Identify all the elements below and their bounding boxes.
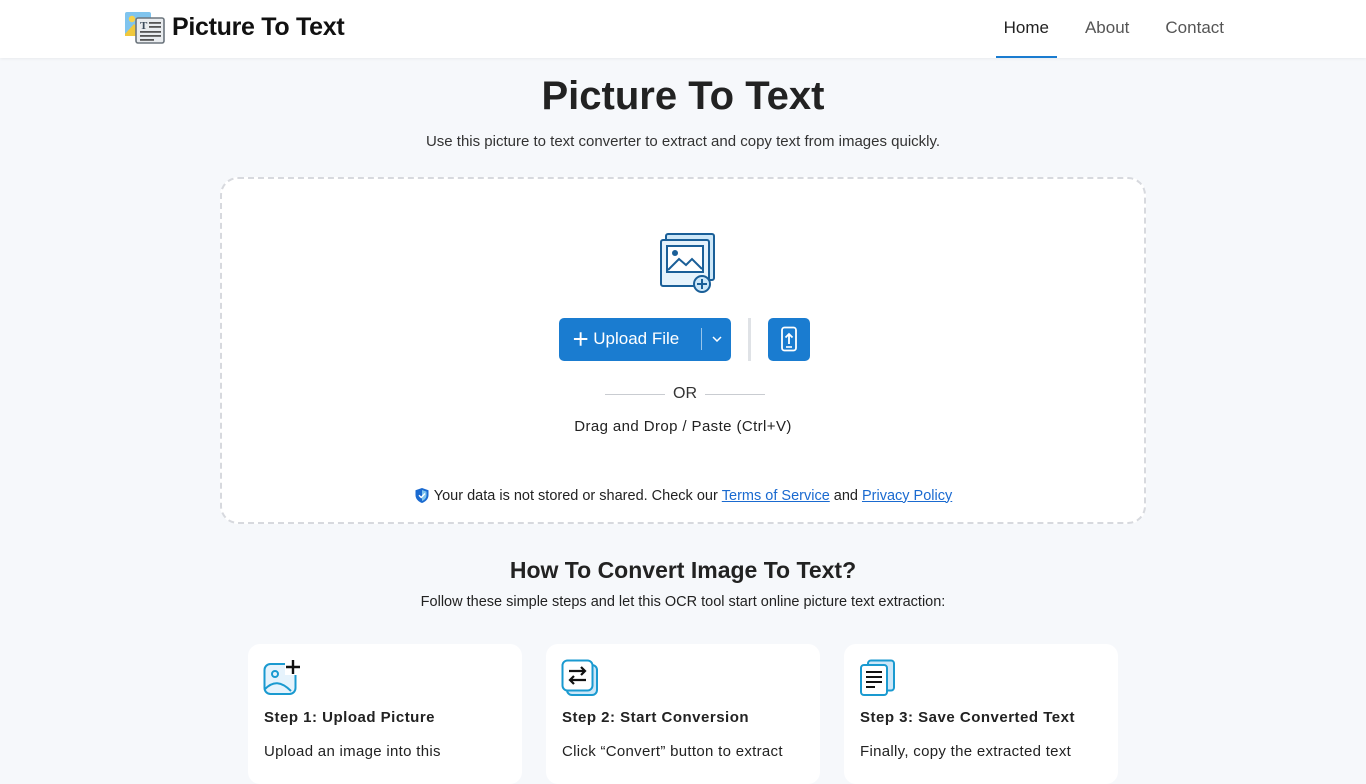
site-header: T Picture To Text Home About Contact bbox=[0, 0, 1366, 58]
privacy-note: Your data is not stored or shared. Check… bbox=[222, 487, 1144, 504]
privacy-text: Your data is not stored or shared. Check… bbox=[433, 487, 718, 504]
terms-link[interactable]: Terms of Service bbox=[722, 488, 830, 504]
save-text-icon bbox=[860, 659, 895, 696]
nav-about[interactable]: About bbox=[1077, 0, 1137, 58]
step-2-desc: Click “Convert” button to extract bbox=[562, 743, 783, 760]
or-text: OR bbox=[673, 385, 697, 402]
brand-logo-link[interactable]: T Picture To Text bbox=[124, 9, 345, 45]
upload-options-dropdown[interactable] bbox=[702, 336, 731, 342]
mobile-upload-icon bbox=[781, 326, 797, 352]
upload-drop-zone[interactable]: Upload File OR Drag and Drop / Paste (Ct… bbox=[220, 177, 1146, 524]
mobile-upload-button[interactable] bbox=[768, 317, 810, 361]
plus-icon bbox=[573, 332, 588, 346]
step-3-title: Step 3: Save Converted Text bbox=[860, 709, 1075, 726]
nav-contact[interactable]: Contact bbox=[1157, 0, 1232, 58]
step-2-title: Step 2: Start Conversion bbox=[562, 709, 750, 726]
privacy-policy-link[interactable]: Privacy Policy bbox=[862, 488, 952, 504]
how-to-subtitle: Follow these simple steps and let this O… bbox=[420, 594, 946, 610]
main-nav: Home About Contact bbox=[976, 0, 1232, 58]
upload-picture-icon bbox=[263, 659, 301, 695]
brand-name: Picture To Text bbox=[172, 12, 345, 41]
upload-file-label: Upload File bbox=[593, 329, 680, 348]
upload-button-row: Upload File bbox=[559, 317, 810, 361]
step-card-1: Step 1: Upload Picture Upload an image i… bbox=[248, 644, 522, 784]
image-add-icon bbox=[660, 233, 715, 293]
upload-file-button[interactable]: Upload File bbox=[559, 317, 731, 361]
step-card-3: Step 3: Save Converted Text Finally, cop… bbox=[844, 644, 1118, 784]
picture-to-text-logo-icon: T bbox=[125, 12, 165, 44]
button-separator bbox=[748, 317, 751, 361]
step-card-2: Step 2: Start Conversion Click “Convert”… bbox=[546, 644, 820, 784]
privacy-and: and bbox=[833, 487, 858, 504]
drag-drop-hint: Drag and Drop / Paste (Ctrl+V) bbox=[574, 418, 792, 435]
step-1-desc: Upload an image into this bbox=[264, 743, 441, 760]
convert-icon bbox=[561, 659, 598, 696]
svg-text:T: T bbox=[140, 20, 148, 32]
how-to-title: How To Convert Image To Text? bbox=[509, 557, 857, 583]
or-divider: OR bbox=[605, 384, 765, 404]
shield-icon bbox=[415, 488, 429, 503]
chevron-down-icon bbox=[712, 336, 722, 342]
nav-home[interactable]: Home bbox=[995, 0, 1057, 58]
step-1-title: Step 1: Upload Picture bbox=[264, 709, 436, 726]
page-subtitle: Use this picture to text converter to ex… bbox=[425, 133, 941, 150]
page-title: Picture To Text bbox=[541, 74, 825, 118]
step-3-desc: Finally, copy the extracted text bbox=[860, 743, 1072, 760]
